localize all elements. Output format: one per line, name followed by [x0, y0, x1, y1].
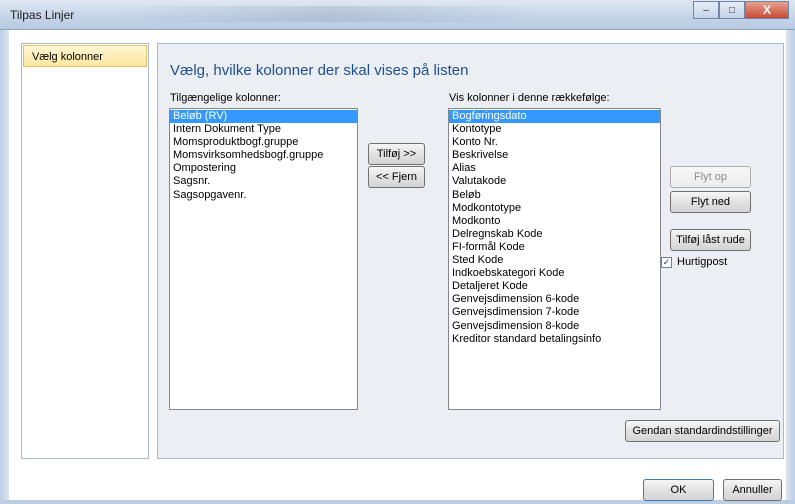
- shown-item[interactable]: Genvejsdimension 7-kode: [449, 306, 660, 319]
- nav-pane: Vælg kolonner: [21, 43, 149, 459]
- check-icon: ✓: [661, 256, 672, 268]
- dialog-client: Vælg kolonner Vælg, hvilke kolonner der …: [9, 30, 786, 501]
- minimize-button[interactable]: –: [693, 1, 719, 19]
- ok-button[interactable]: OK: [643, 479, 714, 501]
- available-columns-list[interactable]: Beløb (RV) Intern Dokument Type Momsproduk…: [169, 108, 358, 410]
- title-bar-blur: [120, 6, 540, 22]
- shown-item[interactable]: Sted Kode: [449, 254, 660, 267]
- shown-item[interactable]: Delregnskab Kode: [449, 228, 660, 241]
- shown-item[interactable]: Alias: [449, 162, 660, 175]
- shown-item[interactable]: Bogføringsdato: [449, 110, 660, 124]
- quickpost-checkbox[interactable]: ✓ Hurtigpost: [661, 256, 727, 268]
- window-title: Tilpas Linjer: [10, 8, 75, 22]
- available-item[interactable]: Ompostering: [170, 162, 357, 175]
- nav-item-choose-columns[interactable]: Vælg kolonner: [23, 45, 147, 67]
- shown-item[interactable]: Indkoebskategori Kode: [449, 267, 660, 280]
- shown-item[interactable]: Beskrivelse: [449, 149, 660, 162]
- shown-item[interactable]: Genvejsdimension 6-kode: [449, 293, 660, 306]
- restore-defaults-button[interactable]: Gendan standardindstillinger: [625, 420, 780, 442]
- shown-item[interactable]: FI-formål Kode: [449, 241, 660, 254]
- columns-panel: Vælg, hvilke kolonner der skal vises på …: [157, 43, 784, 459]
- maximize-button[interactable]: □: [719, 1, 745, 19]
- shown-item[interactable]: Kontotype: [449, 123, 660, 136]
- title-bar[interactable]: Tilpas Linjer – □ X: [0, 0, 795, 30]
- available-columns-label: Tilgængelige kolonner:: [170, 92, 281, 104]
- available-item[interactable]: Sagsnr.: [170, 175, 357, 188]
- shown-item[interactable]: Kreditor standard betalingsinfo: [449, 333, 660, 346]
- shown-item[interactable]: Konto Nr.: [449, 136, 660, 149]
- shown-columns-label: Vis kolonner i denne rækkefølge:: [449, 92, 610, 104]
- quickpost-label: Hurtigpost: [677, 256, 728, 268]
- window-frame-right: [786, 30, 795, 504]
- close-button[interactable]: X: [745, 1, 789, 19]
- available-item[interactable]: Sagsopgavenr.: [170, 189, 357, 202]
- window-controls: – □ X: [693, 1, 789, 19]
- shown-item[interactable]: Valutakode: [449, 175, 660, 188]
- available-item[interactable]: Momsvirksomhedsbogf.gruppe: [170, 149, 357, 162]
- add-locked-pane-button[interactable]: Tilføj låst rude: [670, 229, 751, 251]
- add-column-button[interactable]: Tilføj >>: [368, 143, 425, 165]
- move-up-button[interactable]: Flyt op: [670, 166, 751, 188]
- available-item[interactable]: Beløb (RV): [170, 110, 357, 124]
- shown-item[interactable]: Modkonto: [449, 215, 660, 228]
- remove-column-button[interactable]: << Fjern: [368, 166, 425, 188]
- move-down-button[interactable]: Flyt ned: [670, 191, 751, 213]
- page-title: Vælg, hvilke kolonner der skal vises på …: [170, 62, 469, 79]
- shown-columns-list[interactable]: Bogføringsdato Kontotype Konto Nr. Beskrive…: [448, 108, 661, 410]
- shown-item[interactable]: Detaljeret Kode: [449, 280, 660, 293]
- shown-item[interactable]: Genvejsdimension 8-kode: [449, 320, 660, 333]
- shown-item[interactable]: Modkontotype: [449, 202, 660, 215]
- window-frame-left: [0, 30, 9, 504]
- available-item[interactable]: Momsproduktbogf.gruppe: [170, 136, 357, 149]
- shown-item[interactable]: Beløb: [449, 189, 660, 202]
- cancel-button[interactable]: Annuller: [723, 479, 782, 501]
- available-item[interactable]: Intern Dokument Type: [170, 123, 357, 136]
